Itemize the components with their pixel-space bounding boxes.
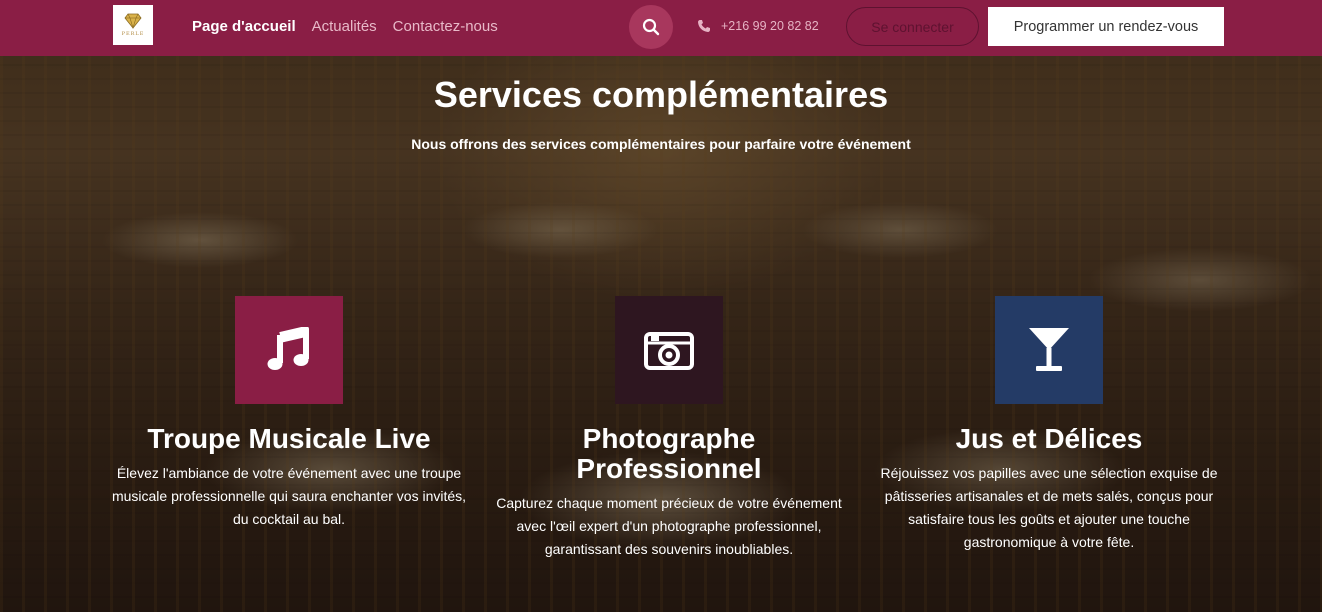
phone-contact[interactable]: +216 99 20 82 82 xyxy=(697,19,819,33)
service-card-juice: Jus et Délices Réjouissez vos papilles a… xyxy=(869,296,1229,554)
login-button[interactable]: Se connecter xyxy=(846,7,979,46)
service-description: Élevez l'ambiance de votre événement ave… xyxy=(111,465,467,527)
service-icon-box xyxy=(995,296,1103,404)
nav-home[interactable]: Page d'accueil xyxy=(192,18,296,35)
nav-contact[interactable]: Contactez-nous xyxy=(393,18,498,35)
service-card-music: Troupe Musicale Live Élevez l'ambiance d… xyxy=(109,296,469,531)
service-icon-box xyxy=(615,296,723,404)
phone-number: +216 99 20 82 82 xyxy=(721,19,819,33)
diamond-logo-icon xyxy=(124,13,142,29)
logo[interactable]: PERLE xyxy=(113,5,153,45)
search-button[interactable] xyxy=(629,5,673,49)
schedule-appointment-button[interactable]: Programmer un rendez-vous xyxy=(988,7,1224,46)
music-notes-icon xyxy=(267,327,309,370)
section-subtitle: Nous offrons des services complémentaire… xyxy=(411,136,911,152)
service-icon-box xyxy=(235,296,343,404)
service-description: Capturez chaque moment précieux de votre… xyxy=(496,495,842,557)
section-title: Services complémentaires xyxy=(433,74,889,115)
navbar: PERLE Page d'accueil Actualités Contacte… xyxy=(0,0,1322,56)
search-icon xyxy=(642,18,660,36)
service-card-photographer: Photographe Professionnel Capturez chaqu… xyxy=(489,296,849,561)
camera-icon xyxy=(644,332,694,370)
service-title: Photographe Professionnel xyxy=(576,423,762,484)
service-description: Réjouissez vos papilles avec une sélecti… xyxy=(880,465,1218,550)
main-nav: Page d'accueil Actualités Contactez-nous xyxy=(192,18,498,35)
service-title: Jus et Délices xyxy=(955,423,1143,454)
nav-news[interactable]: Actualités xyxy=(312,18,377,35)
phone-icon xyxy=(698,20,710,32)
cocktail-glass-icon xyxy=(1029,328,1069,371)
service-title: Troupe Musicale Live xyxy=(147,423,431,454)
logo-text: PERLE xyxy=(121,31,145,37)
